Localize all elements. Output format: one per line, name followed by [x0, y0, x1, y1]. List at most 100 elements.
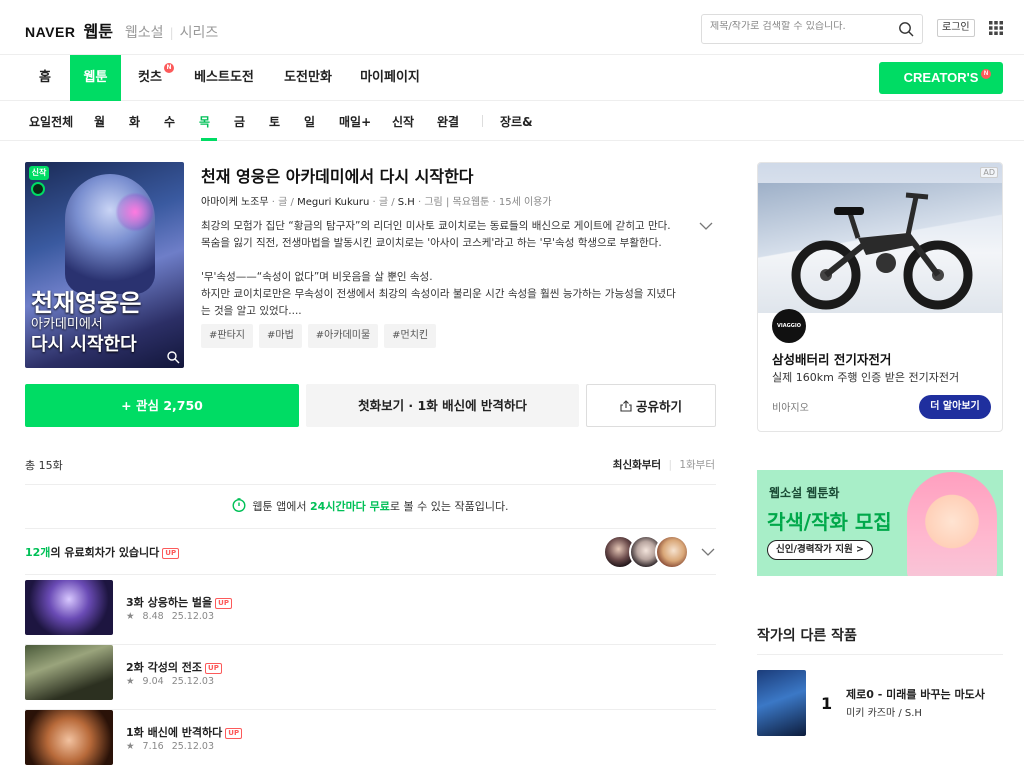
episode-date: 25.12.03 — [171, 676, 214, 687]
notice-suffix: 로 볼 수 있는 작품입니다. — [389, 500, 509, 513]
cover-title-line1: 천재영웅은 — [31, 288, 142, 317]
tag-academy[interactable]: #아카데미물 — [307, 324, 379, 348]
sort-newest[interactable]: 최신화부터 — [613, 459, 661, 471]
star-icon: ★ — [126, 611, 135, 622]
nav-cuts[interactable]: 컷츠 N — [132, 55, 174, 101]
up-badge: UP — [225, 728, 243, 739]
description-line — [201, 252, 701, 269]
nav-home[interactable]: 홈 — [28, 55, 62, 101]
up-badge: UP — [205, 663, 222, 674]
episode-meta: ★ 8.48 25.12.03 — [126, 611, 222, 622]
tag-fantasy[interactable]: #판타지 — [201, 324, 253, 348]
search-box[interactable] — [701, 14, 923, 44]
tab-sat[interactable]: 토 — [269, 113, 280, 130]
nav-best-challenge[interactable]: 베스트도전 — [194, 55, 254, 101]
banner-cta[interactable]: 신인/경력작가 지원 > — [767, 540, 873, 560]
tab-wed[interactable]: 수 — [164, 113, 175, 130]
episode-count: 총 15화 — [25, 459, 63, 472]
creators-button[interactable]: CREATOR'S N — [879, 62, 1003, 94]
rank-number: 1 — [821, 694, 833, 713]
tab-all-days[interactable]: 요일전체 — [29, 113, 73, 130]
sort-oldest[interactable]: 1화부터 — [679, 459, 715, 471]
up-badge: UP — [162, 548, 180, 559]
chevron-down-icon[interactable] — [699, 221, 713, 231]
cover-glow — [115, 192, 155, 232]
episode-title-row: 3화 상응하는 벌을 UP — [126, 594, 232, 610]
link-series[interactable]: 시리즈 — [180, 22, 219, 42]
first-episode-button[interactable]: 첫화보기 · 1화 배신에 반격하다 — [306, 384, 579, 427]
learn-more-button[interactable]: 더 알아보기 — [919, 395, 991, 419]
chevron-down-icon[interactable] — [701, 547, 715, 557]
episode-item[interactable]: 2화 각성의 전조 UP ★ 9.04 25.12.03 — [25, 645, 716, 710]
tab-genre[interactable]: 장르& — [500, 113, 533, 130]
ad-card[interactable]: AD VIAGGIO 삼성배터리 전기자전거 실제 160km 주행 인증 받은… — [757, 162, 1003, 432]
tag-magic[interactable]: #마법 — [258, 324, 302, 348]
tag-munchkin[interactable]: #먼치킨 — [384, 324, 437, 348]
ad-brand: 비아지오 — [772, 403, 809, 414]
episode-rating: 8.48 — [142, 611, 164, 622]
share-button[interactable]: 공유하기 — [586, 384, 716, 427]
episode-title-row: 1화 배신에 반격하다 UP — [126, 724, 243, 740]
author-link[interactable]: 아마이케 노조무 — [201, 197, 269, 208]
tab-sun[interactable]: 일 — [304, 113, 315, 130]
ad-headline: 삼성배터리 전기자전거 — [772, 352, 892, 367]
banner-character — [907, 472, 997, 576]
other-work-item[interactable]: 1 제로0 - 미래를 바꾸는 마도사 미키 카즈마 / S.H — [757, 670, 1003, 736]
notice-prefix: 웹툰 앱에서 — [252, 500, 311, 513]
tab-fri[interactable]: 금 — [234, 113, 245, 130]
nav-challenge[interactable]: 도전만화 — [284, 55, 332, 101]
clock-icon — [232, 498, 246, 512]
cover-title: 천재영웅은 아카데미에서 다시 시작한다 — [31, 288, 181, 354]
episode-thumbnail — [25, 710, 113, 765]
description-line: 는 것을 알고 있었다.... — [201, 305, 302, 317]
tab-thu[interactable]: 목 — [199, 113, 210, 130]
description-line: '무'속성——“속성이 없다”며 비웃음을 살 뿐인 속성. — [201, 271, 433, 283]
new-badge: N — [981, 69, 991, 79]
favorite-button[interactable]: + 관심 2,750 — [25, 384, 299, 427]
nav-webtoon[interactable]: 웹툰 — [70, 55, 121, 101]
author-link[interactable]: S.H — [398, 197, 415, 208]
tab-tue[interactable]: 화 — [129, 113, 140, 130]
naver-logo[interactable]: NAVER — [25, 24, 75, 40]
link-webnovel[interactable]: 웹소설 — [125, 22, 164, 42]
search-icon[interactable] — [898, 21, 914, 37]
share-label: 공유하기 — [635, 399, 682, 414]
episode-item[interactable]: 1화 배신에 반격하다 UP ★ 7.16 25.12.03 — [25, 710, 716, 775]
apps-grid-icon[interactable] — [989, 21, 1003, 35]
webtoon-logo[interactable]: 웹툰 — [83, 18, 112, 42]
logo[interactable]: NAVER 웹툰 웹소설 | 시리즈 — [25, 18, 218, 42]
description-line: 최강의 모험가 집단 “황금의 탐구자”의 리더인 미사토 쿄이치로는 동료들의… — [201, 220, 671, 232]
search-input[interactable] — [710, 21, 890, 32]
comic-description: 최강의 모험가 집단 “황금의 탐구자”의 리더인 미사토 쿄이치로는 동료들의… — [201, 218, 701, 320]
recruit-banner[interactable]: 웹소설 웹툰화 각색/작화 모집 신인/경력작가 지원 > — [757, 470, 1003, 576]
tab-mon[interactable]: 월 — [94, 113, 105, 130]
tab-daily-plus[interactable]: 매일+ — [339, 113, 371, 130]
nav-cuts-label: 컷츠 — [138, 70, 162, 85]
main-nav: 홈 웹툰 컷츠 N 베스트도전 도전만화 마이페이지 CREATOR'S N — [0, 55, 1024, 101]
nav-mypage[interactable]: 마이페이지 — [360, 55, 420, 101]
episode-item[interactable]: 3화 상응하는 벌을 UP ★ 8.48 25.12.03 — [25, 580, 716, 645]
episode-meta: ★ 9.04 25.12.03 — [126, 676, 222, 687]
ad-image: AD — [758, 163, 1002, 313]
comic-title: 천재 영웅은 아카데미에서 다시 시작한다 — [201, 167, 474, 186]
cover-character — [65, 174, 155, 294]
paid-episodes-row[interactable]: 12개의 유료회차가 있습니다 UP — [25, 529, 716, 575]
top-header: NAVER 웹툰 웹소설 | 시리즈 로그인 — [0, 0, 1024, 55]
role: 글 — [278, 197, 288, 208]
cover-image[interactable]: 천재영웅은 아카데미에서 다시 시작한다 신작 — [25, 162, 184, 368]
other-work-title: 제로0 - 미래를 바꾸는 마도사 — [846, 688, 985, 701]
role: 글 — [378, 197, 389, 208]
tab-completed[interactable]: 완결 — [437, 113, 459, 130]
age-rating: 15세 이용가 — [498, 197, 552, 208]
publish-day: 목요웹툰 — [452, 197, 490, 208]
zoom-icon[interactable] — [166, 350, 180, 364]
author-link[interactable]: Meguri Kukuru — [297, 197, 369, 208]
episode-meta: ★ 7.16 25.12.03 — [126, 741, 222, 752]
tag-list: #판타지 #마법 #아카데미물 #먼치킨 — [201, 324, 437, 348]
tab-new[interactable]: 신작 — [392, 113, 414, 130]
free-clock-icon — [31, 182, 45, 196]
episode-title: 2화 각성의 전조 — [126, 661, 203, 674]
login-button[interactable]: 로그인 — [937, 19, 975, 37]
episode-rating: 7.16 — [142, 741, 164, 752]
banner-line2: 각색/작화 모집 — [767, 510, 892, 534]
